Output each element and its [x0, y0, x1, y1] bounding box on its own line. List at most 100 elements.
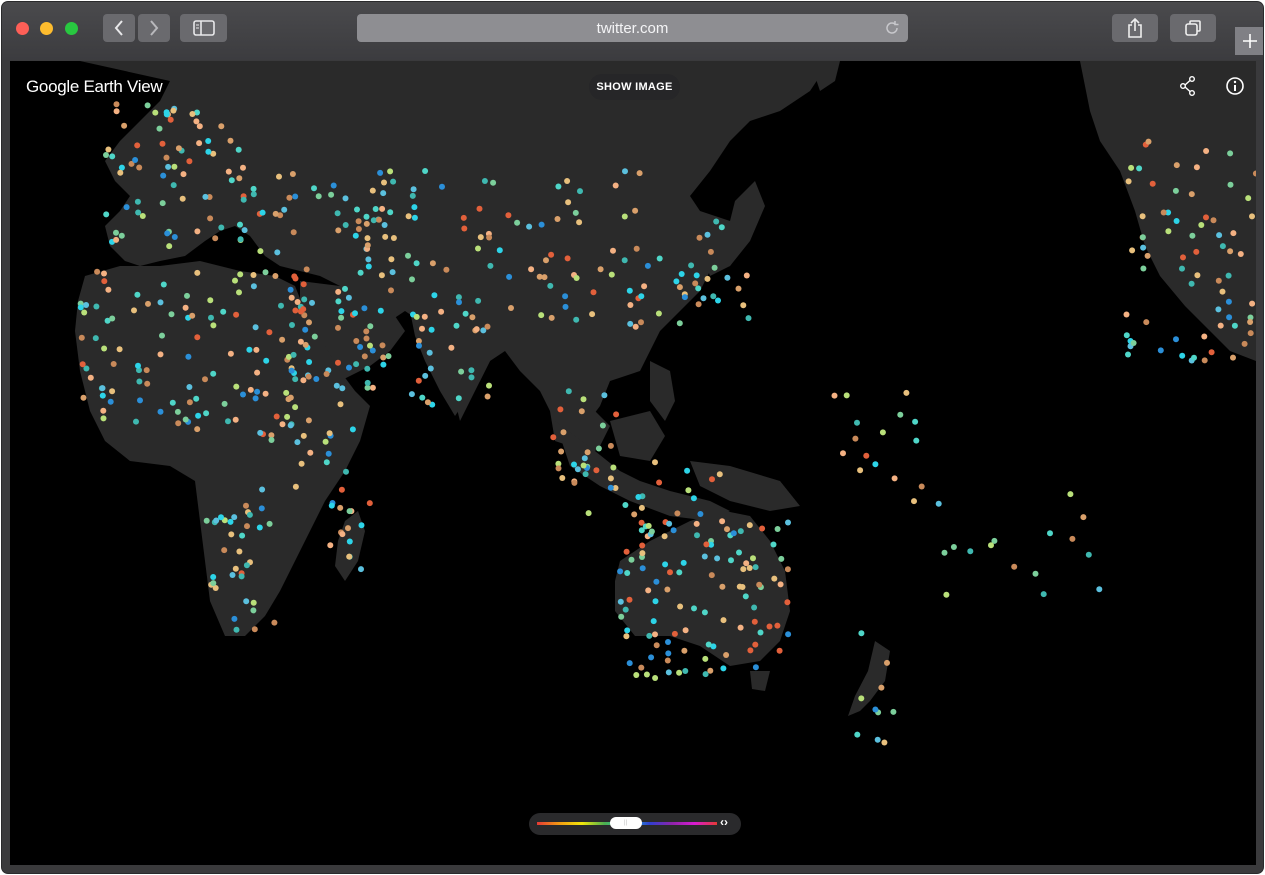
location-marker[interactable]: [872, 706, 879, 713]
location-marker[interactable]: [232, 416, 239, 423]
location-marker[interactable]: [159, 200, 166, 207]
location-marker[interactable]: [300, 306, 307, 313]
location-marker[interactable]: [421, 313, 428, 320]
location-marker[interactable]: [424, 399, 431, 406]
location-marker[interactable]: [1139, 213, 1146, 220]
location-marker[interactable]: [627, 320, 634, 327]
location-marker[interactable]: [405, 213, 412, 220]
location-marker[interactable]: [1225, 298, 1232, 305]
location-marker[interactable]: [385, 353, 392, 360]
location-marker[interactable]: [288, 294, 295, 301]
location-marker[interactable]: [240, 164, 246, 171]
location-marker[interactable]: [365, 256, 372, 263]
location-marker[interactable]: [690, 495, 697, 502]
location-marker[interactable]: [632, 207, 639, 214]
location-marker[interactable]: [250, 185, 257, 192]
location-marker[interactable]: [117, 169, 124, 176]
location-marker[interactable]: [113, 229, 119, 236]
location-marker[interactable]: [99, 385, 106, 392]
location-marker[interactable]: [1173, 218, 1180, 224]
location-marker[interactable]: [701, 553, 708, 560]
location-marker[interactable]: [622, 502, 629, 508]
location-marker[interactable]: [1069, 535, 1076, 542]
location-marker[interactable]: [693, 520, 700, 527]
location-marker[interactable]: [203, 517, 210, 524]
location-marker[interactable]: [716, 471, 723, 478]
location-marker[interactable]: [1201, 357, 1208, 364]
location-marker[interactable]: [342, 222, 349, 228]
location-marker[interactable]: [225, 168, 232, 175]
location-marker[interactable]: [156, 125, 163, 132]
location-marker[interactable]: [508, 305, 514, 311]
location-marker[interactable]: [210, 580, 217, 587]
location-marker[interactable]: [705, 641, 712, 648]
location-marker[interactable]: [766, 623, 773, 630]
location-marker[interactable]: [879, 429, 886, 436]
location-marker[interactable]: [370, 217, 377, 224]
location-marker[interactable]: [1193, 248, 1200, 255]
location-marker[interactable]: [345, 525, 351, 532]
location-marker[interactable]: [715, 297, 721, 304]
location-marker[interactable]: [118, 232, 125, 239]
location-marker[interactable]: [711, 264, 718, 271]
location-marker[interactable]: [105, 146, 112, 153]
color-filter-slider[interactable]: || ‹›: [529, 813, 741, 835]
location-marker[interactable]: [967, 548, 974, 555]
location-marker[interactable]: [1198, 222, 1205, 228]
location-marker[interactable]: [203, 410, 210, 417]
location-marker[interactable]: [180, 171, 187, 178]
location-marker[interactable]: [163, 154, 170, 161]
location-marker[interactable]: [1145, 138, 1152, 145]
location-marker[interactable]: [652, 598, 659, 605]
location-marker[interactable]: [621, 213, 628, 220]
location-marker[interactable]: [574, 466, 581, 473]
location-marker[interactable]: [252, 324, 259, 331]
location-marker[interactable]: [227, 518, 234, 525]
location-marker[interactable]: [157, 408, 164, 415]
location-marker[interactable]: [751, 618, 758, 625]
location-marker[interactable]: [363, 335, 370, 342]
location-marker[interactable]: [338, 308, 345, 315]
location-marker[interactable]: [571, 479, 578, 486]
location-marker[interactable]: [227, 350, 234, 357]
location-marker[interactable]: [564, 178, 571, 184]
location-marker[interactable]: [1067, 491, 1074, 498]
location-marker[interactable]: [577, 188, 583, 195]
location-marker[interactable]: [257, 429, 264, 436]
location-marker[interactable]: [330, 182, 337, 189]
location-marker[interactable]: [189, 111, 196, 117]
location-marker[interactable]: [560, 429, 567, 436]
location-marker[interactable]: [610, 247, 616, 254]
location-marker[interactable]: [676, 284, 683, 291]
location-marker[interactable]: [912, 418, 919, 425]
location-marker[interactable]: [240, 196, 247, 203]
location-marker[interactable]: [175, 145, 182, 152]
earth-view-map[interactable]: Google Earth View SHOW IMAGE || ‹›: [10, 61, 1256, 865]
location-marker[interactable]: [694, 532, 700, 539]
location-marker[interactable]: [186, 399, 193, 406]
location-marker[interactable]: [633, 245, 640, 252]
location-marker[interactable]: [735, 285, 742, 292]
location-marker[interactable]: [379, 205, 386, 212]
location-marker[interactable]: [305, 417, 312, 424]
location-marker[interactable]: [103, 152, 109, 158]
location-marker[interactable]: [736, 549, 742, 556]
location-marker[interactable]: [1149, 180, 1156, 187]
location-marker[interactable]: [573, 316, 580, 323]
location-marker[interactable]: [1123, 311, 1130, 318]
location-marker[interactable]: [239, 532, 246, 539]
location-marker[interactable]: [506, 273, 513, 280]
location-marker[interactable]: [648, 528, 655, 535]
location-marker[interactable]: [281, 206, 288, 213]
zoom-light[interactable]: [65, 22, 78, 35]
location-marker[interactable]: [1225, 272, 1232, 279]
location-marker[interactable]: [422, 168, 429, 174]
location-marker[interactable]: [584, 449, 591, 456]
location-marker[interactable]: [590, 289, 597, 296]
location-marker[interactable]: [411, 204, 418, 211]
location-marker[interactable]: [167, 116, 174, 123]
location-marker[interactable]: [456, 299, 462, 306]
location-marker[interactable]: [205, 148, 212, 155]
location-marker[interactable]: [87, 374, 94, 381]
location-marker[interactable]: [1179, 352, 1186, 359]
